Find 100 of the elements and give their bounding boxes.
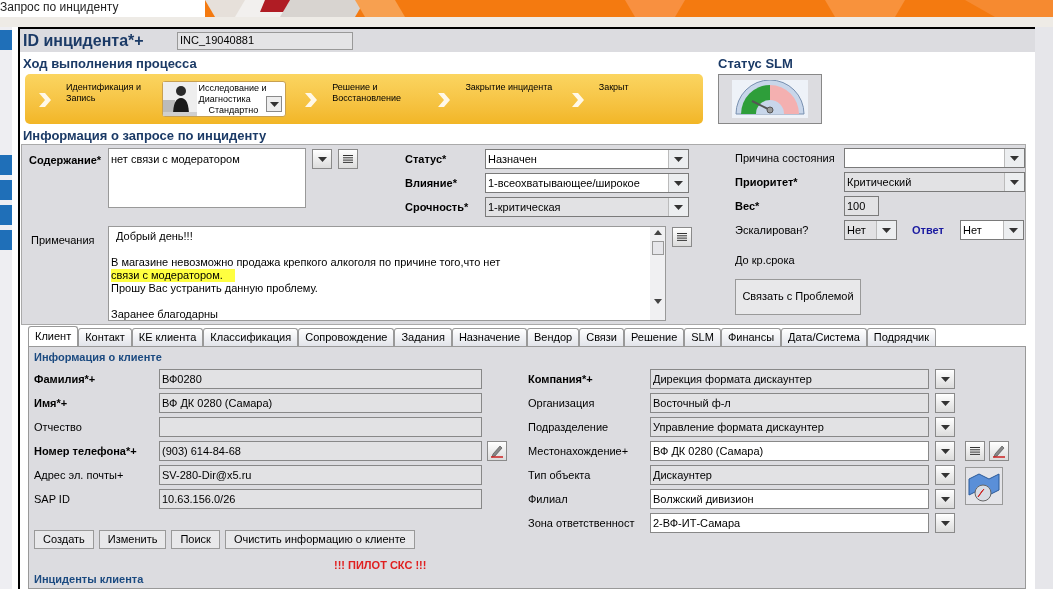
- field-label: SAP ID: [34, 491, 71, 507]
- edit-button[interactable]: [989, 441, 1009, 461]
- text-field[interactable]: 100: [844, 196, 879, 216]
- process-stage[interactable]: Закрытие инцидента: [436, 81, 570, 117]
- caret-icon: [674, 156, 683, 162]
- tab[interactable]: Задания: [394, 328, 452, 346]
- select-field[interactable]: [844, 148, 1025, 168]
- field-label: Организация: [528, 395, 596, 411]
- tab[interactable]: Контакт: [78, 328, 132, 346]
- field-label: Филиал: [528, 491, 569, 507]
- text-field[interactable]: [159, 417, 482, 437]
- text-field[interactable]: ВФ ДК 0280 (Самара): [159, 393, 482, 413]
- map-button[interactable]: [965, 467, 1003, 505]
- select-field[interactable]: 1-всеохватывающее/широкое: [485, 173, 689, 193]
- field-label: До кр.срока: [735, 253, 796, 268]
- list-icon: [343, 155, 353, 163]
- tab[interactable]: Клиент: [28, 326, 79, 346]
- text-field[interactable]: ВФ0280: [159, 369, 482, 389]
- text-field[interactable]: (903) 614-84-68: [159, 441, 482, 461]
- window-title: Запрос по инциденту: [0, 0, 120, 14]
- field-label: Содержание*: [28, 153, 103, 168]
- notes-line: В магазине невозможно продажа крепкого алкоголя по причине того,что нет: [111, 256, 501, 269]
- select-field[interactable]: Критический: [844, 172, 1025, 192]
- select-field[interactable]: Дискаунтер: [650, 465, 929, 485]
- tab[interactable]: Назначение: [451, 328, 527, 346]
- select-field[interactable]: Нет: [844, 220, 897, 240]
- dropdown-button[interactable]: [266, 96, 283, 112]
- dropdown-button[interactable]: [935, 417, 955, 437]
- select-field[interactable]: ВФ ДК 0280 (Самара): [650, 441, 929, 461]
- dropdown-button[interactable]: [935, 513, 955, 533]
- select-field[interactable]: Нет: [960, 220, 1024, 240]
- caret-icon: [269, 101, 279, 107]
- tab[interactable]: Дата/Система: [781, 328, 867, 346]
- caret-icon: [940, 496, 950, 502]
- list-icon: [970, 447, 980, 455]
- text-field[interactable]: SV-280-Dir@x5.ru: [159, 465, 482, 485]
- caret-icon: [1010, 179, 1019, 185]
- arrow-up-icon: [653, 230, 662, 235]
- pilot-notice: !!! ПИЛОТ СКС !!!: [334, 559, 427, 572]
- caret-icon: [317, 156, 327, 162]
- dropdown-button[interactable]: [935, 393, 955, 413]
- tab[interactable]: Подрядчик: [866, 328, 937, 346]
- summary-field[interactable]: нет связи с модератором: [108, 148, 306, 208]
- field-label: Эскалирован?: [735, 222, 810, 238]
- tab[interactable]: КЕ клиента: [131, 328, 204, 346]
- select-field[interactable]: Волжский дивизион: [650, 489, 929, 509]
- edit-button[interactable]: [487, 441, 507, 461]
- list-button[interactable]: [338, 149, 358, 169]
- field-label: Номер телефона*+: [34, 443, 138, 459]
- action-button[interactable]: Изменить: [98, 530, 167, 549]
- arrow-down-icon: [653, 299, 662, 304]
- process-stage[interactable]: Закрыт: [569, 81, 703, 117]
- link-problem-button[interactable]: Связать с Проблемой: [735, 278, 861, 315]
- tab[interactable]: Финансы: [720, 328, 782, 346]
- caret-icon: [940, 424, 950, 430]
- notes-line: Заранее благодарны: [111, 308, 218, 321]
- process-stage[interactable]: Исследование и Диагностика Стандартно: [161, 81, 287, 117]
- select-field[interactable]: 2-ВФ-ИТ-Самара: [650, 513, 929, 533]
- field-label: Имя*+: [34, 395, 69, 411]
- tab[interactable]: SLM: [684, 328, 721, 346]
- field-label: Влияние*: [405, 175, 458, 191]
- stage-label: Закрытие инцидента: [465, 82, 554, 93]
- notes-field[interactable]: Добрый день!!! В магазине невозможно продажа крепкого алкоголя по причине того,что нет связи с модератором. Прошу Вас устранить данную проблему. Заранее благодарны: [108, 226, 666, 321]
- stage-label: Идентификация и Запись: [66, 82, 142, 104]
- field-label: Статус*: [405, 151, 448, 167]
- action-button[interactable]: Очистить информацию о клиенте: [224, 530, 415, 549]
- dropdown-button[interactable]: [935, 441, 955, 461]
- scrollbar-thumb[interactable]: [651, 241, 664, 255]
- dropdown-button[interactable]: [935, 369, 955, 389]
- chevron-icon: [436, 92, 453, 108]
- select-field[interactable]: Восточный ф-л: [650, 393, 929, 413]
- select-field[interactable]: Управление формата дискаунтер: [650, 417, 929, 437]
- field-label: Фамилия*+: [34, 371, 97, 387]
- tab[interactable]: Сопровождение: [298, 328, 395, 346]
- list-button[interactable]: [965, 441, 985, 461]
- select-field[interactable]: Дирекция формата дискаунтер: [650, 369, 929, 389]
- dropdown-button[interactable]: [935, 465, 955, 485]
- select-field[interactable]: Назначен: [485, 149, 689, 169]
- section-title: Инциденты клиента: [34, 573, 144, 586]
- dropdown-button[interactable]: [312, 149, 332, 169]
- action-button[interactable]: Создать: [34, 530, 94, 549]
- process-stage[interactable]: Решение и Восстановление: [303, 81, 437, 117]
- dropdown-button[interactable]: [935, 489, 955, 509]
- tab[interactable]: Классификация: [203, 328, 299, 346]
- field-label: Вес*: [735, 198, 761, 214]
- list-icon: [677, 233, 687, 241]
- tab[interactable]: Решение: [624, 328, 685, 346]
- tab[interactable]: Связи: [579, 328, 624, 346]
- text-field[interactable]: 10.63.156.0/26: [159, 489, 482, 509]
- section-title: Информация о клиенте: [34, 351, 163, 364]
- process-stage[interactable]: Идентификация и Запись: [37, 81, 162, 117]
- list-button[interactable]: [672, 227, 692, 247]
- caret-icon: [940, 520, 950, 526]
- select-field[interactable]: 1-критическая: [485, 197, 689, 217]
- field-label: Приоритет*: [735, 174, 799, 190]
- action-button[interactable]: Поиск: [171, 530, 220, 549]
- section-title: Статус SLM: [718, 57, 794, 71]
- id-field[interactable]: INC_19040881: [177, 31, 353, 50]
- tab[interactable]: Вендор: [527, 328, 580, 346]
- scrollbar[interactable]: [650, 227, 665, 320]
